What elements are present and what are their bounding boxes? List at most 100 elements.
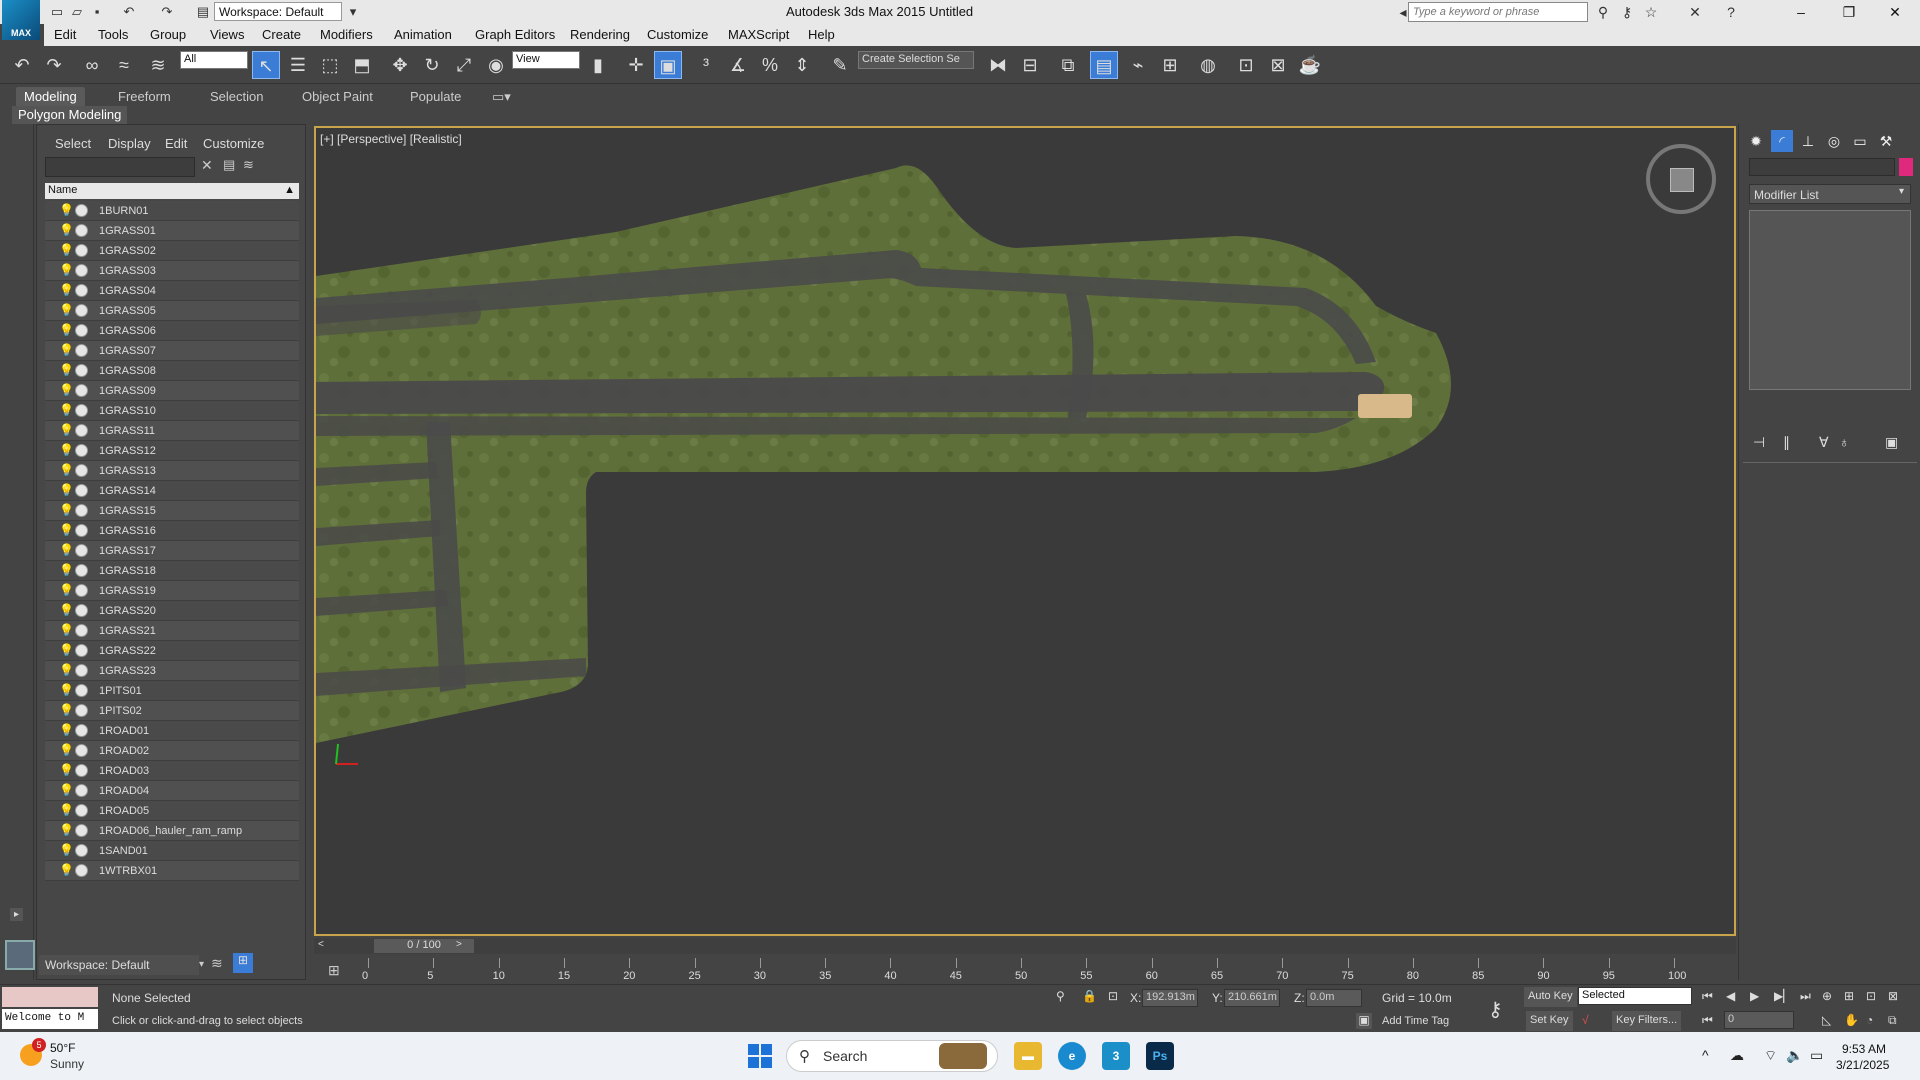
menu-group[interactable]: Group	[150, 27, 186, 42]
tools-icon[interactable]: ✕	[1686, 3, 1704, 21]
tray-chevron-icon[interactable]: ^	[1702, 1047, 1709, 1063]
scene-object-row[interactable]: 💡 1GRASS09	[45, 381, 299, 401]
redo-icon[interactable]: ↷	[158, 3, 176, 21]
lightbulb-icon[interactable]: 💡	[59, 603, 74, 617]
chevron-down-icon[interactable]: ▾	[344, 3, 362, 21]
lightbulb-icon[interactable]: 💡	[59, 363, 74, 377]
weather-temperature[interactable]: 50°F	[50, 1041, 75, 1055]
lightbulb-icon[interactable]: 💡	[59, 203, 74, 217]
lightbulb-icon[interactable]: 💡	[59, 443, 74, 457]
edge-browser-icon[interactable]: e	[1058, 1042, 1086, 1070]
unlink-icon[interactable]: ≈	[110, 51, 138, 79]
spinner-snap-icon[interactable]: ⇕	[788, 51, 816, 79]
scene-object-row[interactable]: 💡 1PITS01	[45, 681, 299, 701]
menu-animation[interactable]: Animation	[394, 27, 452, 42]
sort-ascending-icon[interactable]: ▲	[284, 184, 295, 196]
menu-customize[interactable]: Customize	[647, 27, 708, 42]
scene-object-row[interactable]: 💡 1ROAD01	[45, 721, 299, 741]
scene-object-row[interactable]: 💡 1GRASS08	[45, 361, 299, 381]
scene-object-row[interactable]: 💡 1GRASS17	[45, 541, 299, 561]
zoom-extents-all-icon[interactable]: ⊠	[1888, 989, 1898, 1003]
maximize-button[interactable]: ❐	[1826, 0, 1872, 24]
scene-object-row[interactable]: 💡 1GRASS11	[45, 421, 299, 441]
set-keys-icon[interactable]: ⚷	[1488, 997, 1503, 1022]
make-unique-icon[interactable]: ∀	[1819, 434, 1829, 451]
scene-object-row[interactable]: 💡 1ROAD05	[45, 801, 299, 821]
lightbulb-icon[interactable]: 💡	[59, 223, 74, 237]
angle-snap-icon[interactable]: ∡	[724, 51, 752, 79]
zoom-icon[interactable]: ⊕	[1822, 989, 1832, 1003]
lightbulb-icon[interactable]: 💡	[59, 543, 74, 557]
scene-object-row[interactable]: 💡 1GRASS13	[45, 461, 299, 481]
tab-populate[interactable]: Populate	[402, 87, 469, 107]
clock-time[interactable]: 9:53 AM	[1842, 1042, 1886, 1056]
file-explorer-icon[interactable]: ▬	[1014, 1042, 1042, 1070]
zoom-extents-icon[interactable]: ⊡	[1866, 989, 1876, 1003]
open-file-icon[interactable]: ▱	[68, 3, 86, 21]
create-tab-icon[interactable]: ✹	[1745, 130, 1767, 152]
object-color-swatch[interactable]	[1899, 158, 1913, 176]
star-icon[interactable]: ☆	[1642, 3, 1660, 21]
snaps-toggle-icon[interactable]: ³	[692, 51, 720, 79]
tab-object-paint[interactable]: Object Paint	[294, 87, 381, 107]
lightbulb-icon[interactable]: 💡	[59, 423, 74, 437]
track-bar[interactable]: 0 5 10 15 20 25 30 35 40 45 50 55 60 65 70 75 80 85 90 95 10…	[314, 956, 1736, 984]
lightbulb-icon[interactable]: 💡	[59, 723, 74, 737]
viewport-label[interactable]: [+] [Perspective] [Realistic]	[320, 132, 462, 146]
add-time-tag[interactable]: Add Time Tag	[1382, 1015, 1449, 1027]
tab-selection[interactable]: Selection	[202, 87, 271, 107]
reference-coordinate-dropdown[interactable]: View	[512, 51, 580, 69]
lock-icon[interactable]: 🔒	[1082, 989, 1097, 1003]
motion-tab-icon[interactable]: ◎	[1823, 130, 1845, 152]
se-menu-edit[interactable]: Edit	[165, 136, 187, 151]
previous-frame-icon[interactable]: ◀	[1726, 989, 1735, 1003]
help-icon[interactable]: ?	[1722, 3, 1740, 21]
lightbulb-icon[interactable]: 💡	[59, 743, 74, 757]
move-icon[interactable]: ✥	[386, 51, 414, 79]
binoculars-icon[interactable]: ⚲	[1594, 3, 1612, 21]
chevron-down-icon[interactable]: ▾	[199, 959, 204, 970]
maximize-viewport-icon[interactable]: ⧉	[1888, 1013, 1897, 1028]
scene-explorer-toggle-icon[interactable]: ▤	[1090, 51, 1118, 79]
pin-stack-icon[interactable]: ⊣	[1753, 434, 1765, 451]
rectangular-region-icon[interactable]: ⬚	[316, 51, 344, 79]
scene-object-row[interactable]: 💡 1GRASS15	[45, 501, 299, 521]
lightbulb-icon[interactable]: 💡	[59, 463, 74, 477]
play-icon[interactable]: ▶	[1750, 989, 1759, 1003]
scene-object-row[interactable]: 💡 1ROAD02	[45, 741, 299, 761]
add-time-tag-icon[interactable]: ▣	[1356, 1013, 1372, 1029]
ribbon-panel-polygon-modeling[interactable]: Polygon Modeling	[12, 106, 128, 124]
menu-rendering[interactable]: Rendering	[570, 27, 630, 42]
save-icon[interactable]: ▪	[88, 3, 106, 21]
render-setup-icon[interactable]: ⊡	[1232, 51, 1260, 79]
object-name-field[interactable]	[1749, 158, 1895, 176]
rotate-icon[interactable]: ↻	[418, 51, 446, 79]
orbit-icon[interactable]: ◔	[1866, 1013, 1873, 1027]
tab-freeform[interactable]: Freeform	[110, 87, 179, 107]
lightbulb-icon[interactable]: 💡	[59, 663, 74, 677]
remove-modifier-icon[interactable]: ♁	[1839, 434, 1850, 450]
weather-condition[interactable]: Sunny	[50, 1057, 84, 1071]
scene-object-row[interactable]: 💡 1SAND01	[45, 841, 299, 861]
scene-object-row[interactable]: 💡 1GRASS10	[45, 401, 299, 421]
viewcube[interactable]	[1646, 144, 1716, 214]
workspace-selector[interactable]: Workspace: Default	[39, 955, 199, 975]
minimize-button[interactable]: –	[1778, 0, 1824, 24]
search-input[interactable]: Type a keyword or phrase	[1408, 2, 1588, 22]
select-object-icon[interactable]: ↖	[252, 51, 280, 79]
key-mode-dropdown[interactable]: Selected	[1578, 987, 1692, 1005]
app-logo[interactable]: MAX	[2, 0, 40, 40]
curve-editor-icon[interactable]: ⌁	[1124, 51, 1152, 79]
menu-help[interactable]: Help	[808, 27, 835, 42]
show-end-result-icon[interactable]: ∥	[1783, 434, 1790, 451]
lightbulb-icon[interactable]: 💡	[59, 843, 74, 857]
lightbulb-icon[interactable]: 💡	[59, 783, 74, 797]
rendered-frame-window-icon[interactable]: ⊠	[1264, 51, 1292, 79]
lightbulb-icon[interactable]: 💡	[59, 283, 74, 297]
scene-object-row[interactable]: 💡 1GRASS07	[45, 341, 299, 361]
field-of-view-icon[interactable]: ◺	[1822, 1013, 1831, 1027]
key-mode-toggle-icon[interactable]: ⏮	[1702, 1013, 1713, 1028]
utilities-tab-icon[interactable]: ⚒	[1875, 130, 1897, 152]
scene-object-row[interactable]: 💡 1GRASS21	[45, 621, 299, 641]
scene-object-row[interactable]: 💡 1GRASS22	[45, 641, 299, 661]
